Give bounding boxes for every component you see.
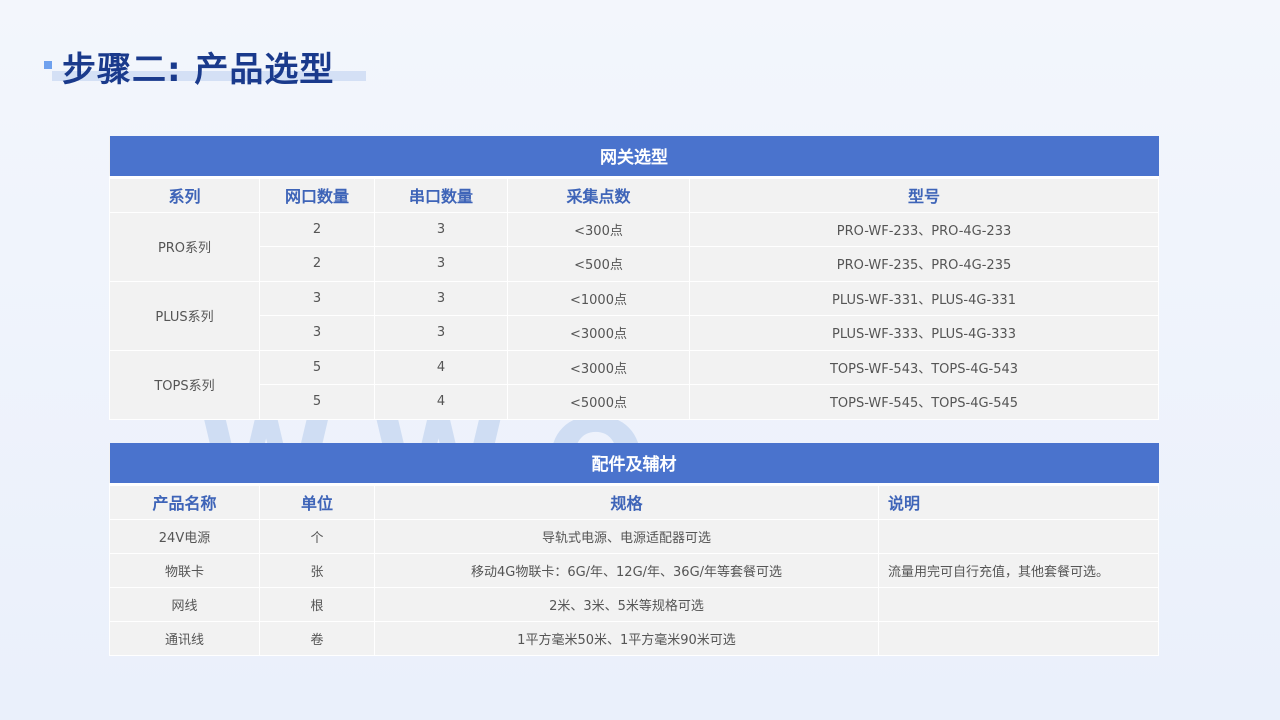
table-cell: PRO-WF-233、PRO-4G-233: [688, 211, 1160, 247]
table-cell: 物联卡: [109, 552, 260, 588]
table-cell: <3000点: [507, 349, 690, 385]
table-cell: 3: [374, 315, 508, 351]
table-header-row: 产品名称 单位 规格 说明: [109, 483, 1159, 520]
table-cell: <500点: [507, 246, 690, 282]
table-cell: 根: [259, 586, 375, 622]
table-cell: <1000点: [507, 280, 690, 316]
column-header: 网口数量: [259, 176, 375, 213]
table-cell: 4: [374, 349, 508, 385]
table-cell: [878, 518, 1159, 554]
table-cell: 2: [259, 246, 375, 282]
gateway-selection-table: 网关选型 系列 网口数量 串口数量 采集点数 型号 PRO系列 2 3 <300…: [109, 136, 1160, 420]
series-cell: PRO系列: [109, 211, 260, 282]
series-cell: TOPS系列: [109, 349, 260, 420]
table-row: 2 3 <500点 PRO-WF-235、PRO-4G-235: [110, 246, 1160, 282]
column-header: 串口数量: [374, 176, 508, 213]
table-cell: TOPS-WF-543、TOPS-4G-543: [688, 349, 1160, 385]
table-cell: 4: [374, 384, 508, 420]
gateway-table-caption: 网关选型: [109, 136, 1159, 179]
table-cell: 个: [259, 518, 375, 554]
column-header: 产品名称: [109, 483, 260, 520]
table-cell: TOPS-WF-545、TOPS-4G-545: [688, 384, 1160, 420]
table-cell: 2: [259, 211, 375, 247]
table-cell: <300点: [507, 211, 690, 247]
table-cell: PRO-WF-235、PRO-4G-235: [688, 246, 1160, 282]
table-cell: 5: [259, 349, 375, 385]
table-cell: 3: [259, 315, 375, 351]
table-cell: 24V电源: [109, 518, 260, 554]
table-row: TOPS系列 5 4 <3000点 TOPS-WF-543、TOPS-4G-54…: [109, 349, 1160, 420]
table-cell: 导轨式电源、电源适配器可选: [374, 518, 879, 554]
table-header-row: 系列 网口数量 串口数量 采集点数 型号: [109, 176, 1160, 213]
table-cell: 3: [374, 280, 508, 316]
table-cell: 网线: [109, 586, 260, 622]
accessory-table: 配件及辅材 产品名称 单位 规格 说明 24V电源 个 导轨式电源、电源适配器可…: [109, 443, 1159, 656]
table-cell: 3: [374, 246, 508, 282]
table-cell: 卷: [259, 620, 375, 656]
accessory-table-caption: 配件及辅材: [109, 443, 1159, 486]
table-cell: 5: [259, 384, 375, 420]
table-caption-row: 配件及辅材: [109, 443, 1159, 486]
table-row: 通讯线 卷 1平方毫米50米、1平方毫米90米可选: [109, 620, 1159, 656]
table-cell: [878, 620, 1159, 656]
column-header: 采集点数: [507, 176, 690, 213]
table-cell: 移动4G物联卡：6G/年、12G/年、36G/年等套餐可选: [374, 552, 879, 588]
table-row: 5 4 <5000点 TOPS-WF-545、TOPS-4G-545: [110, 384, 1160, 420]
table-row: 24V电源 个 导轨式电源、电源适配器可选: [109, 518, 1159, 554]
table-row: PLUS系列 3 3 <1000点 PLUS-WF-331、PLUS-4G-33…: [109, 280, 1160, 351]
table-cell: PLUS-WF-331、PLUS-4G-331: [688, 280, 1160, 316]
table-cell: 3: [374, 211, 508, 247]
table-cell: <5000点: [507, 384, 690, 420]
table-row: 物联卡 张 移动4G物联卡：6G/年、12G/年、36G/年等套餐可选 流量用完…: [109, 552, 1159, 588]
table-cell: <3000点: [507, 315, 690, 351]
table-caption-row: 网关选型: [109, 136, 1159, 179]
table-cell: 流量用完可自行充值，其他套餐可选。: [878, 552, 1159, 588]
table-cell: 通讯线: [109, 620, 260, 656]
table-cell: [878, 586, 1159, 622]
column-header: 规格: [374, 483, 879, 520]
table-row: 网线 根 2米、3米、5米等规格可选: [109, 586, 1159, 622]
table-row: PRO系列 2 3 <300点 PRO-WF-233、PRO-4G-233: [109, 211, 1160, 282]
column-header: 说明: [878, 483, 1159, 520]
table-row: 3 3 <3000点 PLUS-WF-333、PLUS-4G-333: [110, 315, 1160, 351]
column-header: 系列: [109, 176, 260, 213]
series-cell: PLUS系列: [109, 280, 260, 351]
table-cell: 3: [259, 280, 375, 316]
column-header: 型号: [688, 176, 1160, 213]
table-cell: PLUS-WF-333、PLUS-4G-333: [688, 315, 1160, 351]
table-cell: 1平方毫米50米、1平方毫米90米可选: [374, 620, 879, 656]
title-accent-square: [44, 61, 52, 69]
table-cell: 张: [259, 552, 375, 588]
column-header: 单位: [259, 483, 375, 520]
page-title: 步骤二: 产品选型: [62, 50, 335, 90]
table-cell: 2米、3米、5米等规格可选: [374, 586, 879, 622]
